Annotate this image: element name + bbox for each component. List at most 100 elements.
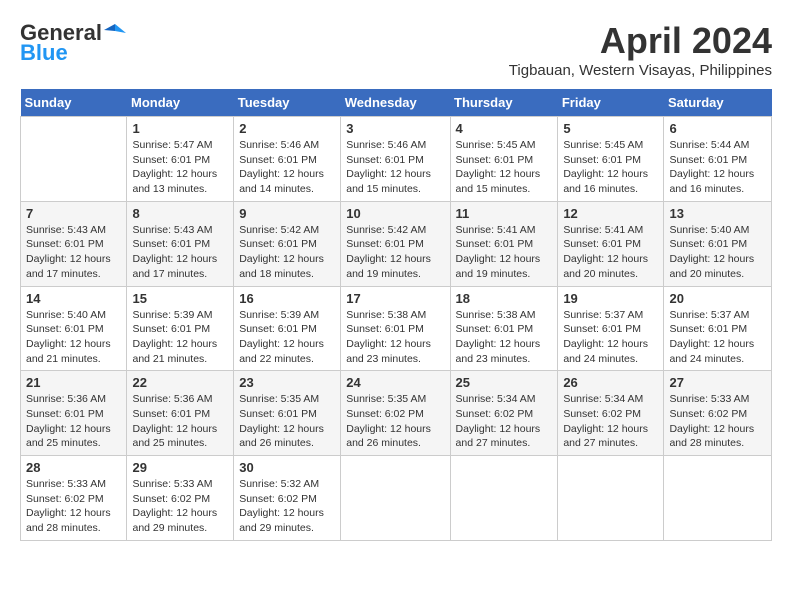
- day-number: 9: [239, 206, 335, 221]
- day-number: 29: [132, 460, 228, 475]
- day-cell: 17 Sunrise: 5:38 AMSunset: 6:01 PMDaylig…: [341, 286, 450, 371]
- day-info: Sunrise: 5:37 AMSunset: 6:01 PMDaylight:…: [563, 308, 658, 367]
- day-cell: 27 Sunrise: 5:33 AMSunset: 6:02 PMDaylig…: [664, 371, 772, 456]
- day-number: 21: [26, 375, 121, 390]
- day-cell: 2 Sunrise: 5:46 AMSunset: 6:01 PMDayligh…: [234, 117, 341, 202]
- day-info: Sunrise: 5:41 AMSunset: 6:01 PMDaylight:…: [563, 223, 658, 282]
- day-info: Sunrise: 5:34 AMSunset: 6:02 PMDaylight:…: [456, 392, 553, 451]
- day-cell: [21, 117, 127, 202]
- logo-bird-icon: [104, 22, 126, 44]
- day-info: Sunrise: 5:35 AMSunset: 6:02 PMDaylight:…: [346, 392, 444, 451]
- day-cell: 25 Sunrise: 5:34 AMSunset: 6:02 PMDaylig…: [450, 371, 558, 456]
- page-container: General Blue April 2024 Tigbauan, Wester…: [20, 20, 772, 541]
- day-info: Sunrise: 5:33 AMSunset: 6:02 PMDaylight:…: [132, 477, 228, 536]
- day-cell: 10 Sunrise: 5:42 AMSunset: 6:01 PMDaylig…: [341, 201, 450, 286]
- col-friday: Friday: [558, 89, 664, 117]
- calendar-table: Sunday Monday Tuesday Wednesday Thursday…: [20, 89, 772, 541]
- day-info: Sunrise: 5:46 AMSunset: 6:01 PMDaylight:…: [346, 138, 444, 197]
- day-info: Sunrise: 5:45 AMSunset: 6:01 PMDaylight:…: [456, 138, 553, 197]
- day-number: 12: [563, 206, 658, 221]
- week-row-2: 7 Sunrise: 5:43 AMSunset: 6:01 PMDayligh…: [21, 201, 772, 286]
- day-info: Sunrise: 5:40 AMSunset: 6:01 PMDaylight:…: [26, 308, 121, 367]
- day-cell: 20 Sunrise: 5:37 AMSunset: 6:01 PMDaylig…: [664, 286, 772, 371]
- day-cell: 14 Sunrise: 5:40 AMSunset: 6:01 PMDaylig…: [21, 286, 127, 371]
- col-monday: Monday: [127, 89, 234, 117]
- day-number: 28: [26, 460, 121, 475]
- day-info: Sunrise: 5:36 AMSunset: 6:01 PMDaylight:…: [132, 392, 228, 451]
- day-info: Sunrise: 5:35 AMSunset: 6:01 PMDaylight:…: [239, 392, 335, 451]
- day-cell: 7 Sunrise: 5:43 AMSunset: 6:01 PMDayligh…: [21, 201, 127, 286]
- day-number: 22: [132, 375, 228, 390]
- day-info: Sunrise: 5:38 AMSunset: 6:01 PMDaylight:…: [346, 308, 444, 367]
- day-cell: 23 Sunrise: 5:35 AMSunset: 6:01 PMDaylig…: [234, 371, 341, 456]
- day-number: 3: [346, 121, 444, 136]
- day-number: 20: [669, 291, 766, 306]
- day-cell: 13 Sunrise: 5:40 AMSunset: 6:01 PMDaylig…: [664, 201, 772, 286]
- day-cell: 30 Sunrise: 5:32 AMSunset: 6:02 PMDaylig…: [234, 456, 341, 541]
- day-info: Sunrise: 5:38 AMSunset: 6:01 PMDaylight:…: [456, 308, 553, 367]
- day-number: 15: [132, 291, 228, 306]
- day-info: Sunrise: 5:36 AMSunset: 6:01 PMDaylight:…: [26, 392, 121, 451]
- day-info: Sunrise: 5:43 AMSunset: 6:01 PMDaylight:…: [132, 223, 228, 282]
- day-info: Sunrise: 5:39 AMSunset: 6:01 PMDaylight:…: [239, 308, 335, 367]
- day-cell: 11 Sunrise: 5:41 AMSunset: 6:01 PMDaylig…: [450, 201, 558, 286]
- col-saturday: Saturday: [664, 89, 772, 117]
- day-cell: [558, 456, 664, 541]
- day-number: 1: [132, 121, 228, 136]
- day-info: Sunrise: 5:44 AMSunset: 6:01 PMDaylight:…: [669, 138, 766, 197]
- day-cell: 6 Sunrise: 5:44 AMSunset: 6:01 PMDayligh…: [664, 117, 772, 202]
- day-number: 18: [456, 291, 553, 306]
- day-cell: 28 Sunrise: 5:33 AMSunset: 6:02 PMDaylig…: [21, 456, 127, 541]
- day-cell: 12 Sunrise: 5:41 AMSunset: 6:01 PMDaylig…: [558, 201, 664, 286]
- day-cell: 16 Sunrise: 5:39 AMSunset: 6:01 PMDaylig…: [234, 286, 341, 371]
- day-number: 5: [563, 121, 658, 136]
- day-cell: [664, 456, 772, 541]
- day-number: 24: [346, 375, 444, 390]
- day-number: 10: [346, 206, 444, 221]
- col-sunday: Sunday: [21, 89, 127, 117]
- day-cell: 24 Sunrise: 5:35 AMSunset: 6:02 PMDaylig…: [341, 371, 450, 456]
- day-cell: [450, 456, 558, 541]
- day-cell: 22 Sunrise: 5:36 AMSunset: 6:01 PMDaylig…: [127, 371, 234, 456]
- day-cell: 5 Sunrise: 5:45 AMSunset: 6:01 PMDayligh…: [558, 117, 664, 202]
- day-info: Sunrise: 5:34 AMSunset: 6:02 PMDaylight:…: [563, 392, 658, 451]
- day-cell: 4 Sunrise: 5:45 AMSunset: 6:01 PMDayligh…: [450, 117, 558, 202]
- col-wednesday: Wednesday: [341, 89, 450, 117]
- day-info: Sunrise: 5:47 AMSunset: 6:01 PMDaylight:…: [132, 138, 228, 197]
- day-info: Sunrise: 5:40 AMSunset: 6:01 PMDaylight:…: [669, 223, 766, 282]
- day-cell: 29 Sunrise: 5:33 AMSunset: 6:02 PMDaylig…: [127, 456, 234, 541]
- day-cell: 19 Sunrise: 5:37 AMSunset: 6:01 PMDaylig…: [558, 286, 664, 371]
- day-number: 7: [26, 206, 121, 221]
- day-number: 23: [239, 375, 335, 390]
- day-info: Sunrise: 5:37 AMSunset: 6:01 PMDaylight:…: [669, 308, 766, 367]
- day-number: 27: [669, 375, 766, 390]
- week-row-4: 21 Sunrise: 5:36 AMSunset: 6:01 PMDaylig…: [21, 371, 772, 456]
- day-info: Sunrise: 5:42 AMSunset: 6:01 PMDaylight:…: [239, 223, 335, 282]
- day-cell: 3 Sunrise: 5:46 AMSunset: 6:01 PMDayligh…: [341, 117, 450, 202]
- day-info: Sunrise: 5:32 AMSunset: 6:02 PMDaylight:…: [239, 477, 335, 536]
- week-row-5: 28 Sunrise: 5:33 AMSunset: 6:02 PMDaylig…: [21, 456, 772, 541]
- day-cell: 9 Sunrise: 5:42 AMSunset: 6:01 PMDayligh…: [234, 201, 341, 286]
- logo-blue: Blue: [20, 40, 68, 66]
- day-info: Sunrise: 5:43 AMSunset: 6:01 PMDaylight:…: [26, 223, 121, 282]
- day-cell: 15 Sunrise: 5:39 AMSunset: 6:01 PMDaylig…: [127, 286, 234, 371]
- week-row-1: 1 Sunrise: 5:47 AMSunset: 6:01 PMDayligh…: [21, 117, 772, 202]
- day-cell: 1 Sunrise: 5:47 AMSunset: 6:01 PMDayligh…: [127, 117, 234, 202]
- day-number: 8: [132, 206, 228, 221]
- day-info: Sunrise: 5:39 AMSunset: 6:01 PMDaylight:…: [132, 308, 228, 367]
- day-info: Sunrise: 5:46 AMSunset: 6:01 PMDaylight:…: [239, 138, 335, 197]
- day-number: 13: [669, 206, 766, 221]
- day-number: 16: [239, 291, 335, 306]
- day-number: 14: [26, 291, 121, 306]
- day-info: Sunrise: 5:42 AMSunset: 6:01 PMDaylight:…: [346, 223, 444, 282]
- day-cell: 8 Sunrise: 5:43 AMSunset: 6:01 PMDayligh…: [127, 201, 234, 286]
- day-cell: 21 Sunrise: 5:36 AMSunset: 6:01 PMDaylig…: [21, 371, 127, 456]
- day-number: 30: [239, 460, 335, 475]
- col-thursday: Thursday: [450, 89, 558, 117]
- day-info: Sunrise: 5:33 AMSunset: 6:02 PMDaylight:…: [669, 392, 766, 451]
- calendar-header-row: Sunday Monday Tuesday Wednesday Thursday…: [21, 89, 772, 117]
- day-number: 2: [239, 121, 335, 136]
- day-number: 6: [669, 121, 766, 136]
- day-info: Sunrise: 5:33 AMSunset: 6:02 PMDaylight:…: [26, 477, 121, 536]
- day-info: Sunrise: 5:45 AMSunset: 6:01 PMDaylight:…: [563, 138, 658, 197]
